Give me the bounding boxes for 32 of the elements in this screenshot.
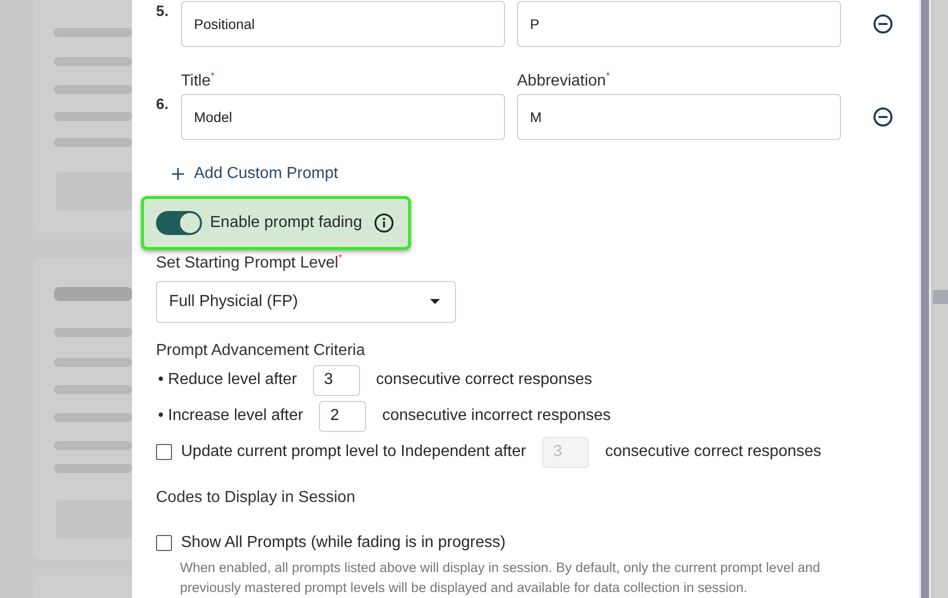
description-text: When enabled, all prompts listed above will display in session. By default, only the current prompt level and previously mastered prompt levels will be displayed and available for data collection in session. <box>180 559 822 597</box>
remove-icon[interactable] <box>873 14 893 34</box>
row-number: 5. <box>156 2 170 20</box>
add-prompt-button[interactable]: Add Custom Prompt <box>172 165 338 184</box>
criteria-label: consecutive correct responses <box>376 371 592 390</box>
toggle-switch[interactable] <box>156 211 202 236</box>
field-label: Set Starting Prompt Level$^{*}$ <box>156 253 342 273</box>
checkbox-label: Show All Prompts (while fading is in progress) <box>181 534 506 552</box>
info-icon[interactable] <box>374 213 394 234</box>
count-input[interactable]: 3 <box>313 364 360 396</box>
section-heading: Codes to Display in Session <box>156 488 356 507</box>
checkbox-label: Update current prompt level to Independent after <box>181 443 526 462</box>
caret-icon <box>430 299 440 304</box>
scrollbar[interactable] <box>919 0 931 598</box>
criteria-label: consecutive incorrect responses <box>382 407 611 426</box>
count-input[interactable]: 2 <box>319 400 366 432</box>
remove-icon[interactable] <box>873 107 893 128</box>
field-label: Title$^{*}$ <box>181 71 216 90</box>
abbreviation-input[interactable]: M <box>517 94 841 140</box>
title-input[interactable]: Positional <box>181 1 505 47</box>
title-input[interactable]: Model <box>181 94 505 140</box>
row-number: 6. <box>156 95 170 114</box>
abbreviation-input[interactable]: P <box>517 1 841 47</box>
criteria-label: • Reduce level after <box>158 371 298 390</box>
checkbox[interactable] <box>156 535 172 552</box>
prompt-level-dropdown[interactable]: Full Physicial (FP) <box>156 280 456 323</box>
section-heading: Prompt Advancement Criteria <box>156 342 365 360</box>
criteria-label: consecutive correct responses <box>605 443 822 462</box>
toggle-label: Enable prompt fading <box>210 214 362 232</box>
field-label: Abbreviation$^{*}$ <box>517 71 611 90</box>
plus-icon <box>172 168 184 180</box>
criteria-label: • Increase level after <box>158 407 304 426</box>
